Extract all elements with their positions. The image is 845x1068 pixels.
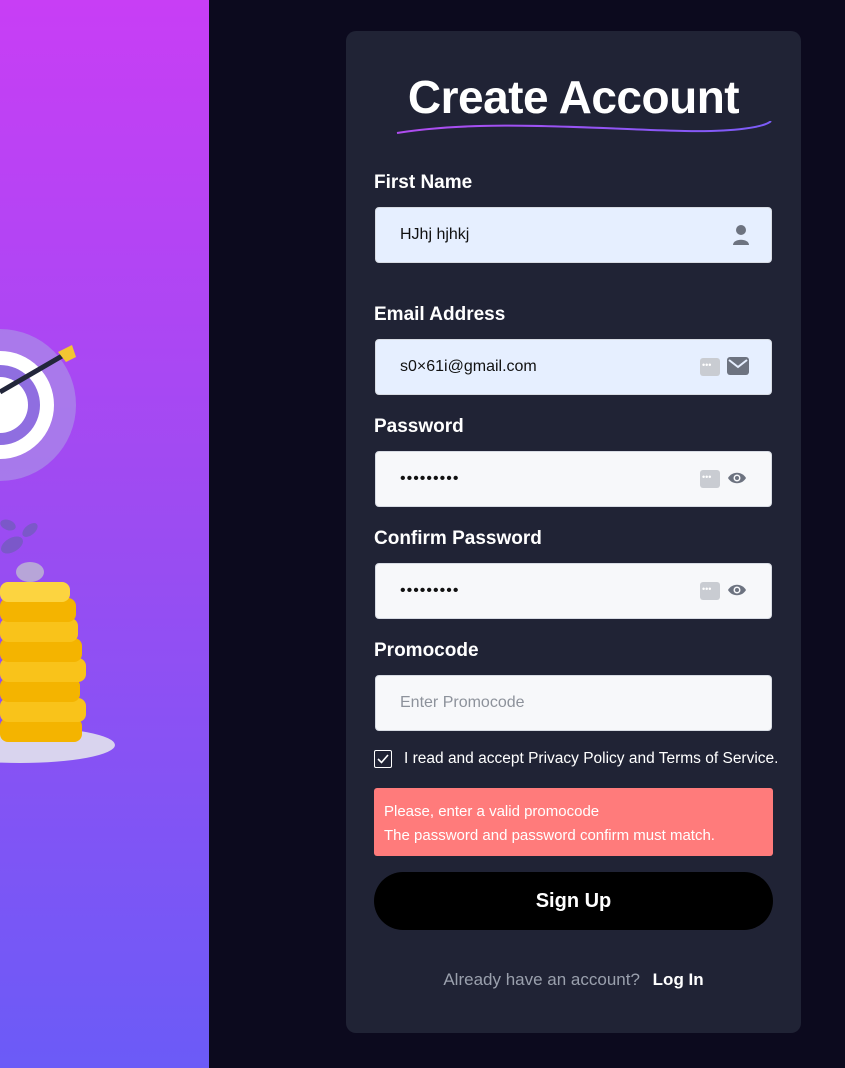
confirm-password-label: Confirm Password — [374, 528, 542, 549]
password-field — [375, 451, 772, 507]
autofill-key-icon[interactable] — [700, 582, 720, 600]
email-input[interactable] — [376, 340, 700, 394]
email-label: Email Address — [374, 304, 506, 325]
error-message: The password and password confirm must m… — [384, 827, 715, 844]
promocode-field — [375, 675, 772, 731]
error-alert: Please, enter a valid promocode The pass… — [374, 788, 773, 856]
first-name-input[interactable] — [376, 208, 700, 262]
password-label: Password — [374, 416, 464, 437]
autofill-key-icon[interactable] — [700, 358, 720, 376]
user-icon — [733, 225, 749, 245]
password-input[interactable] — [376, 452, 700, 506]
page-title: Create Account — [407, 71, 740, 123]
eye-icon[interactable] — [727, 471, 747, 485]
first-name-label: First Name — [374, 172, 473, 193]
login-prompt: Already have an account? Log In — [346, 970, 801, 990]
confirm-password-input[interactable] — [376, 564, 700, 618]
confirm-password-field — [375, 563, 772, 619]
terms-checkbox[interactable] — [374, 750, 392, 768]
envelope-icon — [727, 357, 749, 375]
eye-icon[interactable] — [727, 583, 747, 597]
checkmark-icon — [377, 754, 389, 764]
promocode-label: Promocode — [374, 640, 479, 661]
error-message: Please, enter a valid promocode — [384, 803, 600, 820]
email-field — [375, 339, 772, 395]
log-in-link[interactable]: Log In — [653, 970, 704, 989]
title-underline-decoration — [396, 121, 772, 134]
terms-label[interactable]: I read and accept Privacy Policy and Ter… — [404, 750, 778, 768]
first-name-field — [375, 207, 772, 263]
hero-illustration-panel — [0, 0, 209, 1068]
target-coins-illustration — [0, 329, 115, 763]
signup-card: Create Account First Name Email Address … — [346, 31, 801, 1033]
sign-up-button[interactable]: Sign Up — [374, 872, 773, 930]
autofill-key-icon[interactable] — [700, 470, 720, 488]
promocode-input[interactable] — [376, 676, 700, 730]
login-prompt-text: Already have an account? — [443, 970, 640, 989]
